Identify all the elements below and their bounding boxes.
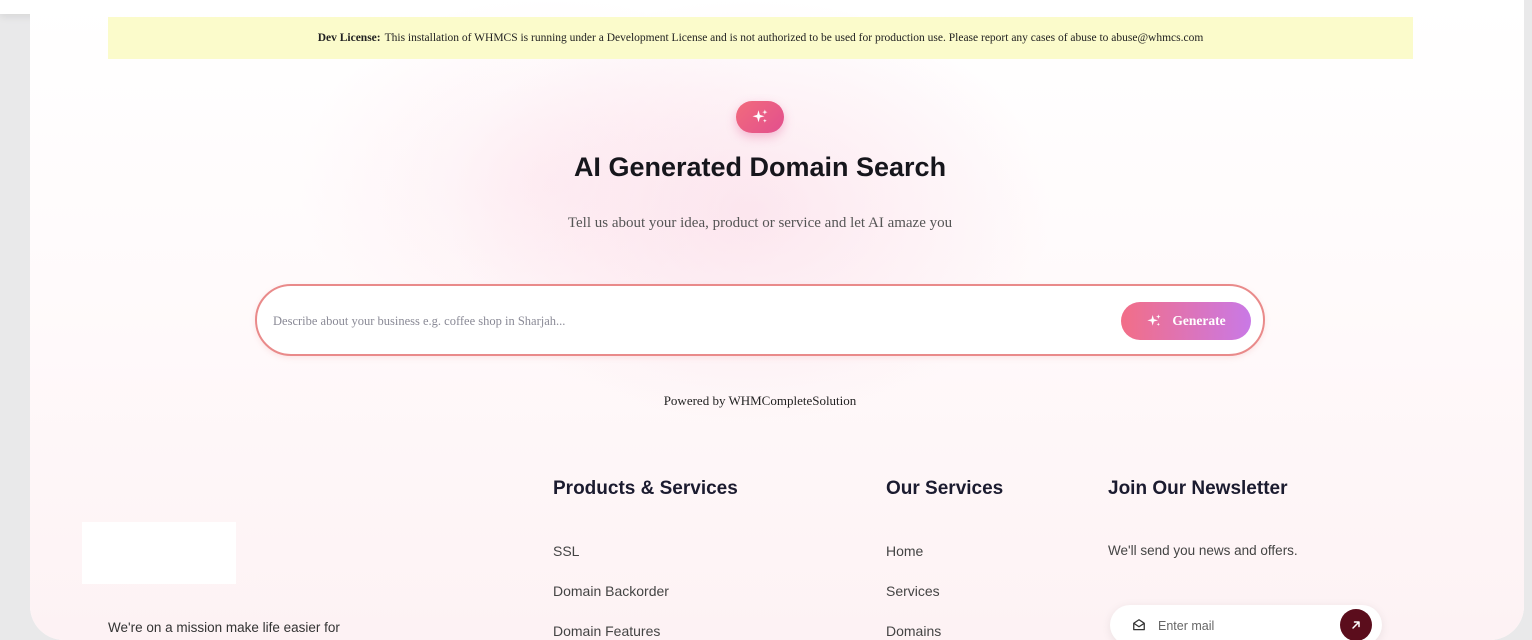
newsletter-form [1110,605,1382,640]
newsletter-description: We'll send you news and offers. [1108,543,1298,558]
newsletter-submit-button[interactable] [1340,609,1372,640]
dev-license-banner: Dev License: This installation of WHMCS … [108,17,1413,59]
generate-label: Generate [1172,313,1226,328]
dev-license-text: This installation of WHMCS is running un… [384,32,1204,44]
page-card: Dev License: This installation of WHMCS … [30,0,1524,640]
page-subtitle: Tell us about your idea, product or serv… [567,215,953,231]
page-title: AI Generated Domain Search [573,152,947,182]
footer-link-domain-features[interactable]: Domain Features [553,623,660,639]
business-description-input[interactable] [271,306,1095,336]
products-services-heading: Products & Services [553,478,738,499]
ai-badge [736,101,784,133]
footer-link-home[interactable]: Home [886,543,923,559]
our-services-heading: Our Services [886,478,1004,499]
footer-link-ssl[interactable]: SSL [553,543,579,559]
dev-license-label: Dev License: [317,32,381,44]
newsletter-heading: Join Our Newsletter [1108,478,1288,499]
ai-search-box: Generate [255,284,1265,356]
newsletter-email-input[interactable] [1156,614,1330,638]
sparkle-icon [1147,314,1162,326]
envelope-icon [1133,619,1145,631]
arrow-up-right-icon [1352,621,1360,629]
footer-logo [82,522,236,584]
generate-button[interactable]: Generate [1121,302,1251,340]
powered-by-text: Powered by WHMCompleteSolution [663,393,857,408]
footer-link-domain-backorder[interactable]: Domain Backorder [553,583,669,599]
footer-link-services[interactable]: Services [886,583,940,599]
footer-link-domains[interactable]: Domains [886,623,941,639]
sparkle-icon [752,109,768,123]
mission-text: We're on a mission make life easier for [108,620,340,635]
